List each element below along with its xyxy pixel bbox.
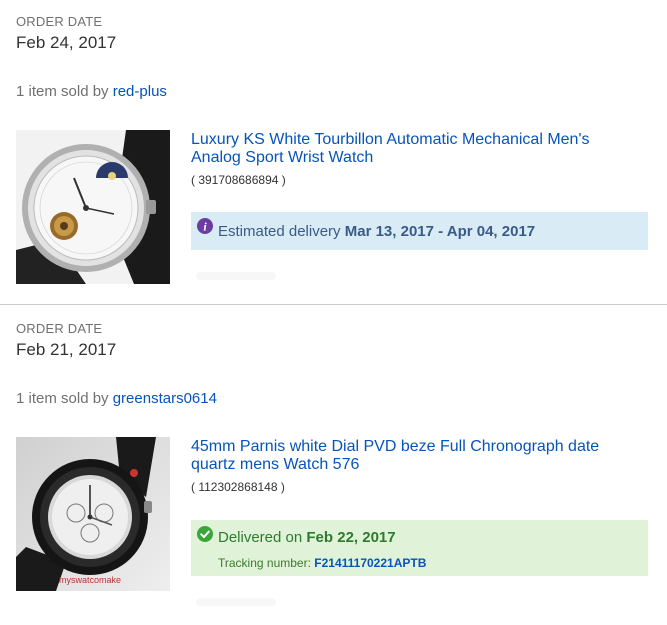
watch-image: myswatcomake (16, 437, 170, 591)
seller-link[interactable]: greenstars0614 (113, 390, 217, 407)
status-label: Estimated delivery (218, 223, 341, 240)
order-card-1: ORDER DATE Feb 24, 2017 1 item sold by r… (0, 0, 667, 305)
order-date-label: ORDER DATE (16, 321, 103, 336)
order-date: Feb 21, 2017 (16, 340, 117, 359)
status-text: Estimated delivery Mar 13, 2017 - Apr 04… (218, 223, 535, 240)
status-label: Delivered on (218, 529, 303, 546)
faint-placeholder (196, 272, 276, 280)
item-title-link[interactable]: 45mm Parnis white Dial PVD beze Full Chr… (191, 438, 631, 474)
status-box-estimated: i Estimated delivery Mar 13, 2017 - Apr … (191, 212, 648, 250)
status-box-delivered: Delivered on Feb 22, 2017 Tracking numbe… (191, 520, 648, 576)
item-id: ( 112302868148 ) (191, 480, 285, 494)
order-date: Feb 24, 2017 (16, 33, 117, 52)
info-icon: i (197, 218, 213, 234)
watch-image (16, 130, 170, 284)
item-thumbnail[interactable] (16, 130, 170, 284)
sold-by-line: 1 item sold by red-plus (16, 83, 167, 100)
order-card-2: ORDER DATE Feb 21, 2017 1 item sold by g… (0, 305, 667, 625)
tracking-line: Tracking number: F21411170221APTB (218, 556, 426, 570)
order-date-label: ORDER DATE (16, 14, 103, 29)
status-text: Delivered on Feb 22, 2017 (218, 529, 396, 546)
sold-by-prefix: 1 item sold by (16, 390, 109, 407)
status-value: Feb 22, 2017 (306, 529, 396, 546)
faint-placeholder (196, 598, 276, 606)
tracking-label: Tracking number: (218, 556, 311, 570)
sold-by-prefix: 1 item sold by (16, 83, 109, 100)
image-watermark: myswatcomake (59, 575, 121, 585)
status-value: Mar 13, 2017 - Apr 04, 2017 (344, 223, 536, 240)
item-title-link[interactable]: Luxury KS White Tourbillon Automatic Mec… (191, 131, 631, 167)
sold-by-line: 1 item sold by greenstars0614 (16, 390, 217, 407)
seller-link[interactable]: red-plus (113, 83, 167, 100)
check-circle-icon (197, 526, 213, 542)
item-thumbnail[interactable]: myswatcomake (16, 437, 170, 591)
item-id: ( 391708686894 ) (191, 173, 286, 187)
tracking-number-link[interactable]: F21411170221APTB (314, 556, 426, 570)
